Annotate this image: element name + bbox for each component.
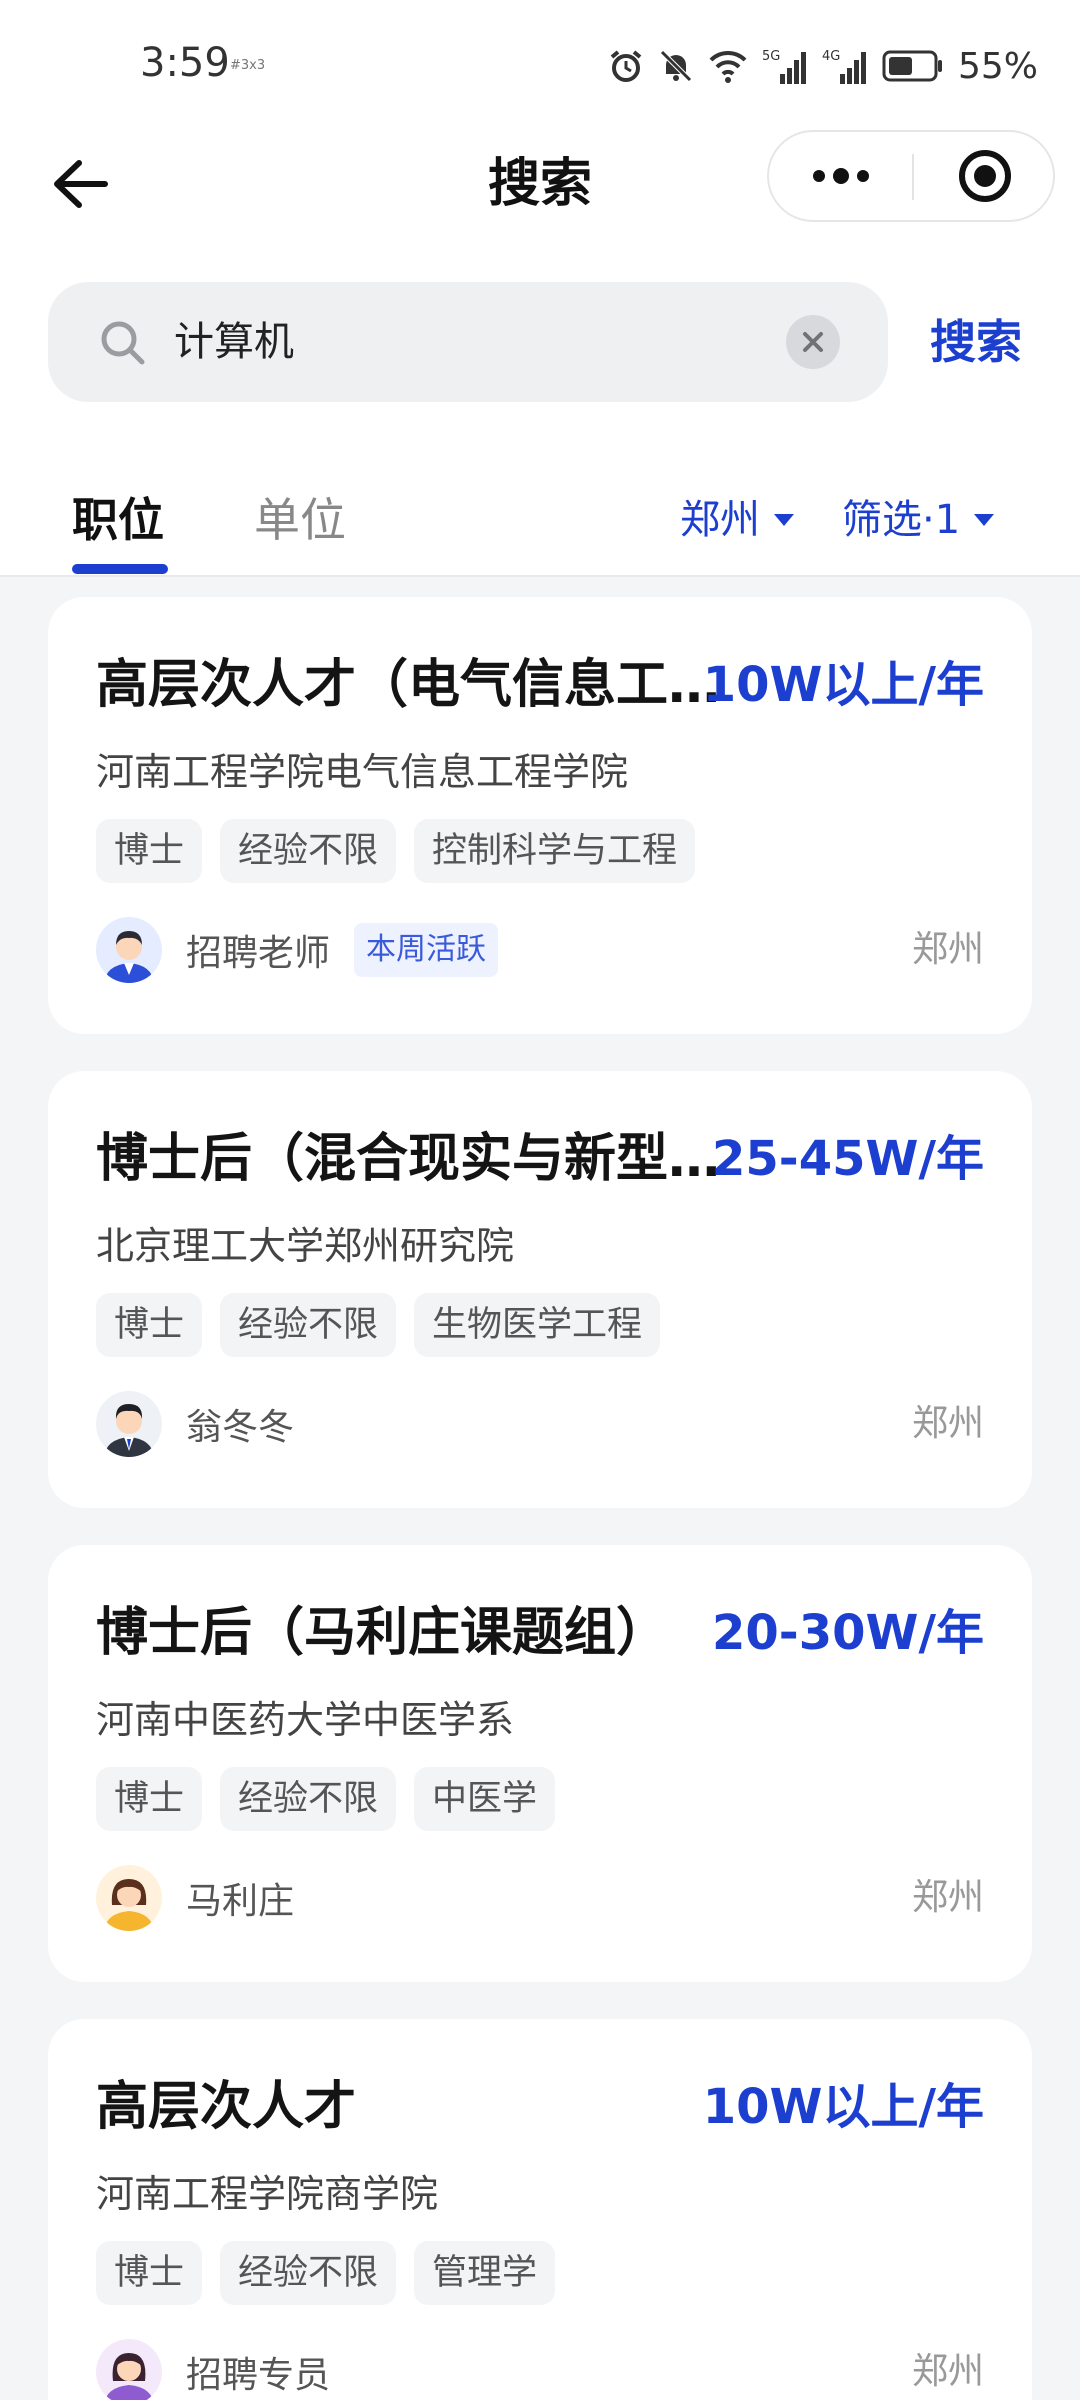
job-city: 郑州: [911, 1877, 984, 1918]
job-city: 郑州: [911, 2351, 984, 2392]
job-organization: 北京理工大学郑州研究院: [96, 1224, 515, 1268]
job-organization: 河南工程学院电气信息工程学院: [96, 750, 629, 794]
job-card[interactable]: 博士后（混合现实与新型显示） 25-45W/年 北京理工大学郑州研究院 博士 经…: [48, 1071, 1032, 1508]
job-tag: 经验不限: [220, 2241, 397, 2305]
job-card[interactable]: 高层次人才 10W以上/年 河南工程学院商学院 博士 经验不限 管理学 招聘专员…: [48, 2019, 1032, 2400]
job-card[interactable]: 高层次人才（电气信息工程学院） 10W以上/年 河南工程学院电气信息工程学院 博…: [48, 597, 1032, 1034]
city-filter-dropdown[interactable]: 郑州: [680, 480, 794, 560]
search-button[interactable]: 搜索: [930, 282, 1022, 402]
signal-5g-icon: 5G: [762, 49, 806, 84]
search-query: 计算机: [174, 319, 294, 365]
recruiter-info: 招聘专员: [96, 2339, 330, 2400]
male-suit-avatar-icon: [96, 1391, 162, 1457]
signal-4g-label: 4G: [822, 49, 840, 64]
job-tag: 经验不限: [220, 1767, 397, 1831]
status-badge: 本周活跃: [354, 923, 499, 977]
more-dots-icon: [812, 170, 825, 182]
target-circle-icon: [958, 150, 1011, 202]
job-tag: 经验不限: [220, 819, 397, 883]
clear-x-icon: [803, 332, 823, 352]
signal-5g-label: 5G: [762, 49, 780, 64]
tab-employers[interactable]: 单位: [254, 480, 346, 560]
tab-bar: 职位 单位 郑州 筛选·1: [0, 470, 1080, 577]
job-city: 郑州: [911, 929, 984, 970]
recruiter-name: 翁冬冬: [186, 1407, 295, 1448]
mute-icon: [660, 50, 692, 82]
recruiter-info: 马利庄: [96, 1865, 294, 1931]
signal-4g-icon: 4G: [822, 49, 866, 84]
avatar: [96, 2339, 162, 2400]
job-tag: 控制科学与工程: [414, 819, 696, 883]
job-salary: 10W以上/年: [702, 2079, 984, 2135]
clear-search-button[interactable]: [786, 315, 840, 369]
city-filter-label: 郑州: [680, 497, 760, 543]
search-input[interactable]: 计算机: [48, 282, 888, 402]
search-icon: [101, 321, 145, 365]
recruiter-info: 招聘老师 本周活跃: [96, 917, 499, 983]
job-tag: 博士: [96, 819, 203, 883]
male-avatar-icon: [96, 917, 162, 983]
caret-down-icon: [974, 514, 995, 526]
job-organization: 河南中医药大学中医学系: [96, 1698, 515, 1742]
close-mini-program-button[interactable]: [914, 132, 1055, 220]
more-dots-icon: [832, 168, 849, 184]
status-carrier-note: #3x3: [230, 58, 266, 73]
female-purple-avatar-icon: [96, 2339, 162, 2400]
job-tag: 博士: [96, 1767, 203, 1831]
tab-active-indicator: [72, 564, 168, 574]
recruiter-info: 翁冬冬: [96, 1391, 294, 1457]
status-icons: 5G 4G 55%: [608, 42, 1038, 90]
job-title: 高层次人才（电气信息工程学院）: [96, 655, 748, 715]
job-salary: 20-30W/年: [712, 1605, 984, 1661]
job-organization: 河南工程学院商学院: [96, 2172, 439, 2216]
recruiter-name: 招聘专员: [186, 2355, 331, 2396]
more-filter-label: 筛选·1: [842, 497, 961, 543]
female-avatar-icon: [96, 1865, 162, 1931]
mini-program-capsule: [767, 130, 1055, 222]
battery-percent: 55%: [957, 45, 1038, 87]
job-tag: 博士: [96, 2241, 203, 2305]
job-list: 高层次人才（电气信息工程学院） 10W以上/年 河南工程学院电气信息工程学院 博…: [48, 597, 1032, 2400]
avatar: [96, 1391, 162, 1457]
job-title: 高层次人才: [96, 2077, 357, 2137]
job-tags: 博士 经验不限 管理学: [96, 2241, 556, 2305]
job-tags: 博士 经验不限 生物医学工程: [96, 1293, 661, 1357]
job-card[interactable]: 博士后（马利庄课题组） 20-30W/年 河南中医药大学中医学系 博士 经验不限…: [48, 1545, 1032, 1982]
job-city: 郑州: [911, 1403, 984, 1444]
more-filter-dropdown[interactable]: 筛选·1: [842, 480, 995, 560]
job-tag: 经验不限: [220, 1293, 397, 1357]
more-dots-icon: [856, 170, 869, 182]
job-salary: 10W以上/年: [702, 657, 984, 713]
recruiter-name: 招聘老师: [186, 933, 331, 974]
recruiter-name: 马利庄: [186, 1881, 295, 1922]
battery-fill: [888, 57, 912, 75]
job-tag: 管理学: [414, 2241, 556, 2305]
battery-icon: [882, 50, 942, 82]
wifi-icon: [709, 50, 747, 83]
more-button[interactable]: [769, 132, 912, 220]
job-salary: 25-45W/年: [712, 1131, 984, 1187]
nav-bar: 搜索: [0, 130, 1080, 240]
avatar: [96, 1865, 162, 1931]
job-tag: 生物医学工程: [414, 1293, 661, 1357]
job-tag: 博士: [96, 1293, 203, 1357]
job-tag: 中医学: [414, 1767, 556, 1831]
job-tags: 博士 经验不限 控制科学与工程: [96, 819, 696, 883]
tab-positions[interactable]: 职位: [72, 480, 164, 560]
status-bar: 3:59 #3x3 5G 4G 55%: [0, 0, 1080, 130]
job-title: 博士后（混合现实与新型显示）: [96, 1129, 748, 1189]
status-time: 3:59: [140, 40, 230, 86]
avatar: [96, 917, 162, 983]
job-title: 博士后（马利庄课题组）: [96, 1603, 669, 1663]
job-tags: 博士 经验不限 中医学: [96, 1767, 556, 1831]
caret-down-icon: [774, 514, 794, 526]
alarm-icon: [610, 50, 642, 82]
